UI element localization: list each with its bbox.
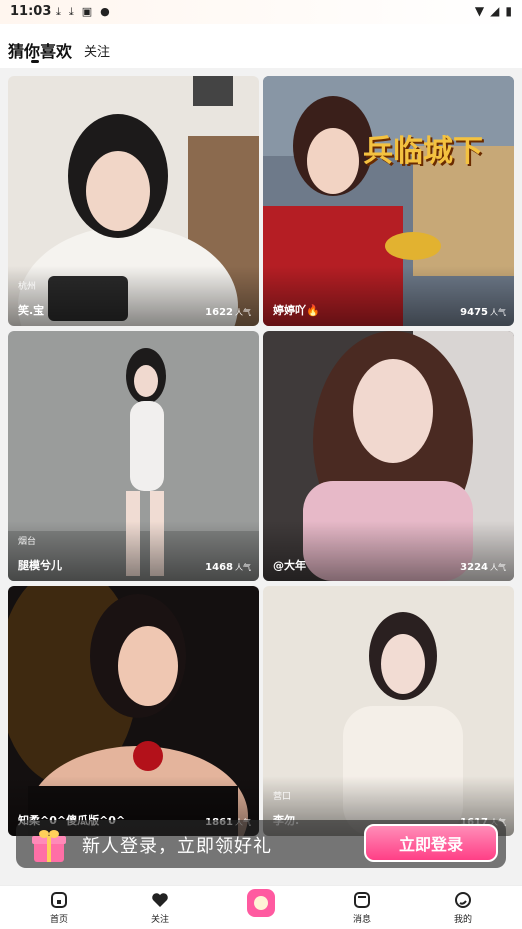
- popularity-unit: 人气: [235, 563, 251, 572]
- card-name: 笑.宝: [18, 304, 45, 317]
- nav-profile-label: 我的: [453, 915, 472, 925]
- card-name: @大年: [273, 559, 306, 572]
- alert-icon: ●: [100, 5, 110, 18]
- gift-icon: [32, 830, 66, 862]
- promo-game-title: 兵临城下: [363, 134, 483, 169]
- user-card[interactable]: 杭州 笑.宝 1622 人气: [8, 76, 259, 326]
- home-icon: [51, 892, 67, 908]
- bottom-nav: 首页 关注 消息 我的: [0, 885, 522, 929]
- wifi-icon: ▼: [474, 4, 485, 18]
- popularity-unit: 人气: [490, 563, 506, 572]
- user-card[interactable]: 烟台 腿模兮儿 1468 人气: [8, 331, 259, 581]
- popularity-value: 9475: [460, 307, 488, 318]
- popularity-value: 1622: [205, 307, 233, 318]
- popularity-value: 1468: [205, 562, 233, 573]
- card-name: 婷婷吖🔥: [273, 304, 320, 317]
- card-popularity: 9475 人气: [460, 307, 506, 318]
- signal-icon: ◢: [490, 4, 500, 18]
- login-promo-banner[interactable]: 新人登录，立即领好礼 立即登录: [16, 820, 506, 868]
- top-tab-bar: 猜你喜欢 关注: [0, 24, 522, 68]
- nav-live-center[interactable]: [231, 888, 291, 918]
- active-tab-indicator: [31, 60, 39, 63]
- card-popularity: 1468 人气: [205, 562, 251, 573]
- nav-home[interactable]: 首页: [29, 890, 89, 925]
- message-icon: [354, 892, 370, 908]
- card-popularity: 3224 人气: [460, 562, 506, 573]
- nav-follow[interactable]: 关注: [130, 890, 190, 925]
- notification-icons: ⤓ ⤓ ▣ ●: [56, 5, 110, 19]
- live-center-icon: [247, 889, 275, 917]
- tab-follow[interactable]: 关注: [84, 41, 110, 60]
- download-icon: ⤓: [56, 5, 61, 18]
- download-icon: ⤓: [68, 5, 74, 18]
- user-card[interactable]: 营口 李勿. 1617人气: [263, 586, 514, 836]
- nav-follow-label: 关注: [150, 915, 169, 925]
- nav-profile[interactable]: 我的: [433, 890, 493, 925]
- login-now-button[interactable]: 立即登录: [364, 824, 498, 862]
- battery-icon: ▮: [505, 4, 512, 18]
- nav-message-label: 消息: [352, 915, 371, 925]
- popularity-unit: 人气: [490, 308, 506, 317]
- card-popularity: 1622 人气: [205, 307, 251, 318]
- card-location: 营口: [273, 792, 292, 802]
- status-time: 11:03: [10, 4, 52, 19]
- heart-icon: [152, 893, 168, 907]
- login-promo-text: 新人登录，立即领好礼: [82, 836, 272, 857]
- profile-icon: [455, 892, 471, 908]
- user-card[interactable]: 兵临城下 婷婷吖🔥 9475 人气: [263, 76, 514, 326]
- card-location: 烟台: [18, 537, 37, 547]
- popularity-value: 3224: [460, 562, 488, 573]
- card-location: 杭州: [18, 282, 37, 292]
- nav-message[interactable]: 消息: [332, 890, 392, 925]
- popularity-unit: 人气: [235, 308, 251, 317]
- app-a-icon: ▣: [81, 5, 93, 18]
- user-card[interactable]: @大年 3224 人气: [263, 331, 514, 581]
- feed-grid[interactable]: 杭州 笑.宝 1622 人气 兵临城下 婷婷吖🔥 9475 人气 烟台 腿模兮儿…: [0, 68, 522, 885]
- user-card[interactable]: 知柔^0^傻瓜版^0^ 1861人气: [8, 586, 259, 836]
- system-icons: ▼ ◢ ▮: [475, 4, 512, 18]
- card-name: 腿模兮儿: [18, 559, 62, 572]
- status-bar: 11:03 ⤓ ⤓ ▣ ● ▼ ◢ ▮: [0, 0, 522, 24]
- nav-home-label: 首页: [49, 915, 68, 925]
- tab-recommend[interactable]: 猜你喜欢: [8, 38, 72, 62]
